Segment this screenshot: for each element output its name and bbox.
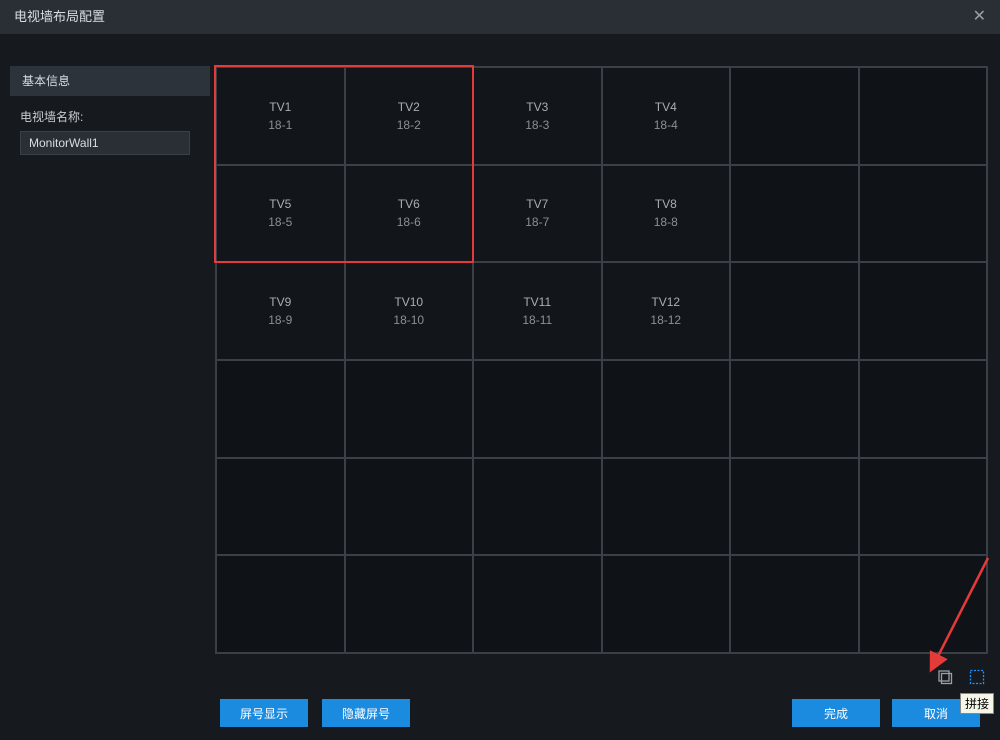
grid-cell[interactable] — [859, 458, 988, 556]
grid-cell[interactable] — [216, 555, 345, 653]
form-row-wall-name: 电视墙名称: — [10, 108, 210, 155]
grid-cell[interactable]: TV1 18-1 — [216, 67, 345, 165]
section-header-basic-info: 基本信息 — [10, 66, 210, 96]
tv-grid-area: TV1 18-1 TV2 18-2 TV3 18-3 TV4 18-4 TV5 18-5 TV6 18… — [215, 66, 988, 654]
grid-cell[interactable]: TV7 18-7 — [473, 165, 602, 263]
close-icon[interactable]: ✕ — [973, 0, 986, 34]
grid-cell[interactable] — [473, 555, 602, 653]
splice-tooltip: 拼接 — [960, 693, 994, 714]
footer-right-buttons: 完成 取消 — [792, 699, 980, 727]
tv-name-label: TV5 — [269, 197, 291, 211]
grid-cell[interactable] — [859, 165, 988, 263]
clear-icon[interactable] — [936, 668, 954, 686]
tv-id-label: 18-3 — [525, 118, 549, 132]
grid-cell[interactable]: TV6 18-6 — [345, 165, 474, 263]
grid-cell[interactable] — [859, 67, 988, 165]
grid-cell[interactable] — [602, 360, 731, 458]
wall-name-label: 电视墙名称: — [20, 108, 200, 125]
grid-cell[interactable] — [730, 67, 859, 165]
tv-id-label: 18-10 — [393, 313, 424, 327]
grid-cell[interactable]: TV4 18-4 — [602, 67, 731, 165]
tv-name-label: TV12 — [651, 295, 680, 309]
grid-cell[interactable] — [602, 458, 731, 556]
splice-icon[interactable] — [968, 668, 986, 686]
hide-screen-number-button[interactable]: 隐藏屏号 — [322, 699, 410, 727]
wall-name-input[interactable] — [20, 131, 190, 155]
grid-cell[interactable] — [345, 360, 474, 458]
grid-cell[interactable]: TV9 18-9 — [216, 262, 345, 360]
grid-cell[interactable]: TV12 18-12 — [602, 262, 731, 360]
grid-cell[interactable] — [859, 555, 988, 653]
tv-id-label: 18-7 — [525, 215, 549, 229]
tv-id-label: 18-2 — [397, 118, 421, 132]
tv-name-label: TV10 — [394, 295, 423, 309]
footer-left-buttons: 屏号显示 隐藏屏号 — [220, 699, 410, 727]
grid-cell[interactable] — [602, 555, 731, 653]
tv-grid[interactable]: TV1 18-1 TV2 18-2 TV3 18-3 TV4 18-4 TV5 18-5 TV6 18… — [215, 66, 988, 654]
grid-cell[interactable] — [730, 458, 859, 556]
grid-cell[interactable] — [216, 360, 345, 458]
tv-id-label: 18-11 — [522, 313, 552, 327]
tv-id-label: 18-1 — [268, 118, 292, 132]
tv-id-label: 18-8 — [654, 215, 678, 229]
grid-cell[interactable] — [730, 360, 859, 458]
tv-id-label: 18-4 — [654, 118, 678, 132]
tv-name-label: TV1 — [269, 100, 291, 114]
footer: 屏号显示 隐藏屏号 完成 取消 — [0, 696, 1000, 730]
tv-name-label: TV11 — [523, 295, 551, 309]
tv-id-label: 18-9 — [268, 313, 292, 327]
sidebar: 基本信息 电视墙名称: — [10, 66, 210, 155]
grid-cell[interactable] — [345, 555, 474, 653]
tv-id-label: 18-5 — [268, 215, 292, 229]
grid-cell[interactable] — [473, 458, 602, 556]
title-bar: 电视墙布局配置 ✕ — [0, 0, 1000, 34]
grid-cell[interactable]: TV8 18-8 — [602, 165, 731, 263]
grid-cell[interactable] — [345, 458, 474, 556]
grid-toolbar — [936, 668, 986, 686]
grid-cell[interactable]: TV10 18-10 — [345, 262, 474, 360]
grid-cell[interactable] — [859, 360, 988, 458]
window-title: 电视墙布局配置 — [14, 0, 105, 34]
tv-name-label: TV3 — [526, 100, 548, 114]
tv-name-label: TV9 — [269, 295, 291, 309]
tv-name-label: TV7 — [526, 197, 548, 211]
grid-cell[interactable] — [730, 262, 859, 360]
tv-name-label: TV6 — [398, 197, 420, 211]
grid-cell[interactable] — [216, 458, 345, 556]
tv-name-label: TV8 — [655, 197, 677, 211]
grid-cell[interactable] — [473, 360, 602, 458]
tv-name-label: TV2 — [398, 100, 420, 114]
tv-name-label: TV4 — [655, 100, 677, 114]
show-screen-number-button[interactable]: 屏号显示 — [220, 699, 308, 727]
grid-cell[interactable]: TV11 18-11 — [473, 262, 602, 360]
grid-cell[interactable]: TV5 18-5 — [216, 165, 345, 263]
grid-cell[interactable]: TV3 18-3 — [473, 67, 602, 165]
grid-cell[interactable]: TV2 18-2 — [345, 67, 474, 165]
tv-id-label: 18-6 — [397, 215, 421, 229]
grid-cell[interactable] — [730, 555, 859, 653]
grid-cell[interactable] — [730, 165, 859, 263]
finish-button[interactable]: 完成 — [792, 699, 880, 727]
tv-id-label: 18-12 — [650, 313, 681, 327]
grid-cell[interactable] — [859, 262, 988, 360]
